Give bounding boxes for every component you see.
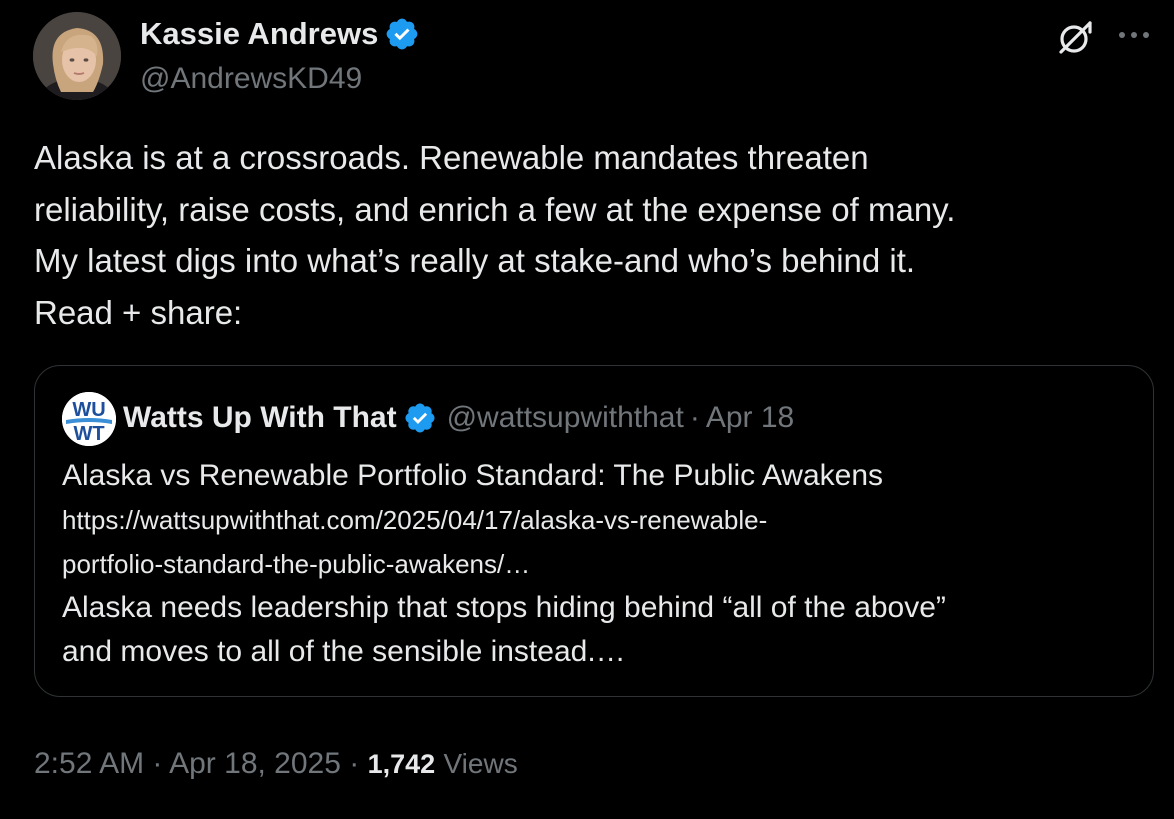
tweet-time[interactable]: 2:52 AM xyxy=(34,747,144,780)
quoted-author-name[interactable]: Watts Up With That xyxy=(123,401,397,435)
author-name[interactable]: Kassie Andrews xyxy=(140,14,378,54)
profile-photo-icon xyxy=(33,12,121,100)
wuwt-logo-top-text: WU xyxy=(72,399,105,421)
quoted-separator: · xyxy=(689,401,700,434)
views-label: Views xyxy=(443,748,518,779)
quoted-author-handle[interactable]: @wattsupwiththat xyxy=(447,401,684,435)
wuwt-logo-icon: WU WT xyxy=(62,392,116,446)
quoted-excerpt: Alaska needs leadership that stops hidin… xyxy=(62,591,946,624)
views-count: 1,742 xyxy=(367,749,436,779)
tweet-text: Alaska is at a crossroads. Renewable man… xyxy=(34,132,1144,338)
meta-separator: · xyxy=(349,747,360,780)
quoted-header: Watts Up With That @wattsupwiththat · Ap… xyxy=(123,396,794,440)
tweet-date[interactable]: Apr 18, 2025 xyxy=(169,747,341,780)
quoted-date[interactable]: Apr 18 xyxy=(706,401,794,435)
meta-separator: · xyxy=(152,747,163,780)
more-options-icon[interactable] xyxy=(1114,22,1154,48)
tweet-text-line: My latest digs into what’s really at sta… xyxy=(34,242,916,279)
author-handle[interactable]: @AndrewsKD49 xyxy=(140,59,362,99)
quoted-title: Alaska vs Renewable Portfolio Standard: … xyxy=(62,459,884,492)
quoted-tweet-card[interactable]: WU WT Watts Up With That @wattsupwiththa… xyxy=(34,365,1154,697)
wuwt-logo-bottom-text: WT xyxy=(73,423,104,445)
quoted-excerpt: and moves to all of the sensible instead… xyxy=(62,635,626,668)
author-name-row: Kassie Andrews xyxy=(140,14,420,54)
tweet-text-line: reliability, raise costs, and enrich a f… xyxy=(34,190,956,228)
grok-icon[interactable] xyxy=(1055,16,1097,58)
tweet-meta: 2:52 AM · Apr 18, 2025 · 1,742 Views xyxy=(34,742,518,786)
quoted-body: Alaska vs Renewable Portfolio Standard: … xyxy=(62,454,1142,674)
quoted-link[interactable]: portfolio-standard-the-public-awakens/… xyxy=(62,542,1142,586)
tweet-text-line: Alaska is at a crossroads. Renewable man… xyxy=(34,139,869,176)
verified-badge-icon xyxy=(405,403,435,433)
verified-badge-icon[interactable] xyxy=(384,16,420,52)
tweet-container: Kassie Andrews @AndrewsKD49 Alaska is at… xyxy=(0,0,1174,819)
tweet-text-line: Read + share: xyxy=(34,293,243,331)
author-avatar[interactable] xyxy=(33,12,121,100)
quoted-author-avatar[interactable]: WU WT xyxy=(62,392,116,446)
quoted-link[interactable]: https://wattsupwiththat.com/2025/04/17/a… xyxy=(62,498,1142,542)
